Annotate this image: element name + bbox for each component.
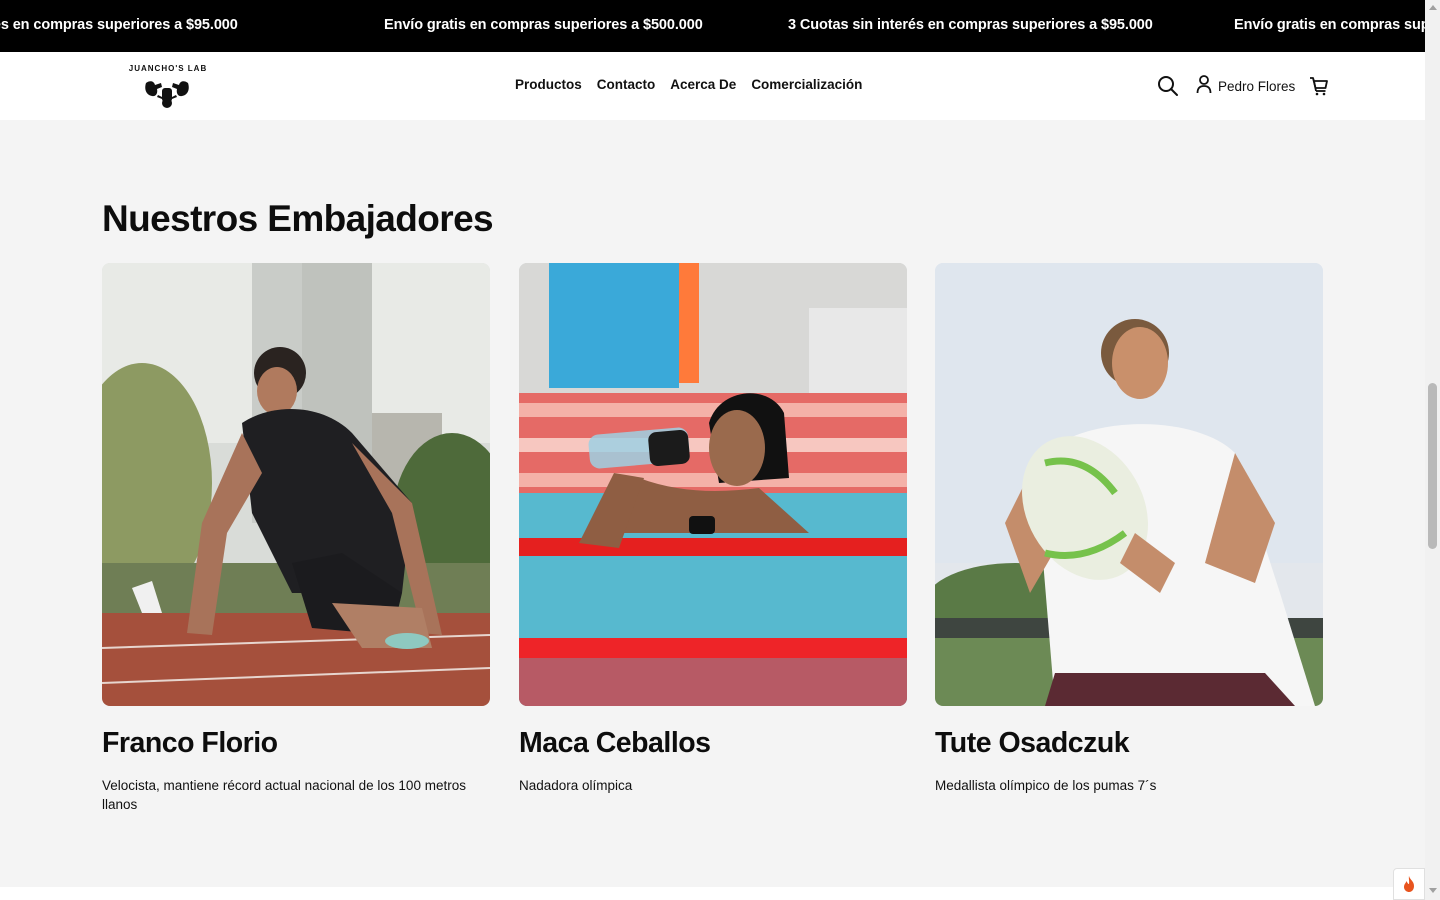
scroll-down-arrow-icon[interactable] <box>1429 888 1437 893</box>
ambassador-photo-swimmer <box>519 263 907 706</box>
ambassador-description: Velocista, mantiene récord actual nacion… <box>102 778 466 812</box>
ambassador-card[interactable]: Franco Florio Velocista, mantiene récord… <box>102 263 490 814</box>
ambassador-name: Franco Florio <box>102 727 278 759</box>
ambassador-photo-sprinter <box>102 263 490 706</box>
nav-comercializacion[interactable]: Comercialización <box>751 77 862 92</box>
announcement-item: 3 Cuotas sin interés en compras superior… <box>788 17 1153 33</box>
ambassador-card[interactable]: Maca Ceballos Nadadora olímpica <box>519 263 907 795</box>
ambassador-description: Medallista olímpico de los pumas 7´s <box>935 778 1157 793</box>
account-button[interactable]: Pedro Flores <box>1196 74 1295 99</box>
scrollbar[interactable] <box>1425 0 1440 900</box>
logo-flexing-arms-icon <box>145 81 189 108</box>
user-icon <box>1196 74 1212 99</box>
footer-edge <box>0 887 1425 900</box>
logo[interactable]: JUANCHO'S LAB <box>124 64 212 110</box>
announcement-item: 3 Cuotas sin interés en compras superior… <box>0 17 238 33</box>
announcement-item: Envío gratis en compras superiores a $50… <box>384 17 703 33</box>
ambassador-card[interactable]: Tute Osadczuk Medallista olímpico de los… <box>935 263 1323 795</box>
nav-contacto[interactable]: Contacto <box>597 77 656 92</box>
main-nav: Productos Contacto Acerca De Comercializ… <box>515 77 862 92</box>
ambassador-description: Nadadora olímpica <box>519 778 633 793</box>
scroll-thumb[interactable] <box>1428 383 1437 549</box>
search-icon[interactable] <box>1157 75 1179 97</box>
logo-text: JUANCHO'S LAB <box>128 64 208 73</box>
account-name: Pedro Flores <box>1218 78 1296 94</box>
ambassador-name: Maca Ceballos <box>519 727 711 759</box>
cart-icon[interactable] <box>1309 76 1329 96</box>
header-actions: Pedro Flores <box>1157 74 1329 98</box>
scroll-up-arrow-icon[interactable] <box>1429 5 1437 10</box>
announcement-item: Envío gratis en compras superiores a $50… <box>1234 17 1425 33</box>
fire-widget-button[interactable] <box>1393 868 1425 900</box>
section-title: Nuestros Embajadores <box>102 198 494 239</box>
nav-acerca-de[interactable]: Acerca De <box>670 77 736 92</box>
nav-productos[interactable]: Productos <box>515 77 582 92</box>
site-header: JUANCHO'S LAB Productos Contacto Acerca … <box>0 52 1425 120</box>
announcement-bar: 3 Cuotas sin interés en compras superior… <box>0 0 1425 52</box>
ambassador-photo-rugby <box>935 263 1323 706</box>
fire-icon <box>1404 876 1414 892</box>
ambassador-name: Tute Osadczuk <box>935 727 1130 759</box>
